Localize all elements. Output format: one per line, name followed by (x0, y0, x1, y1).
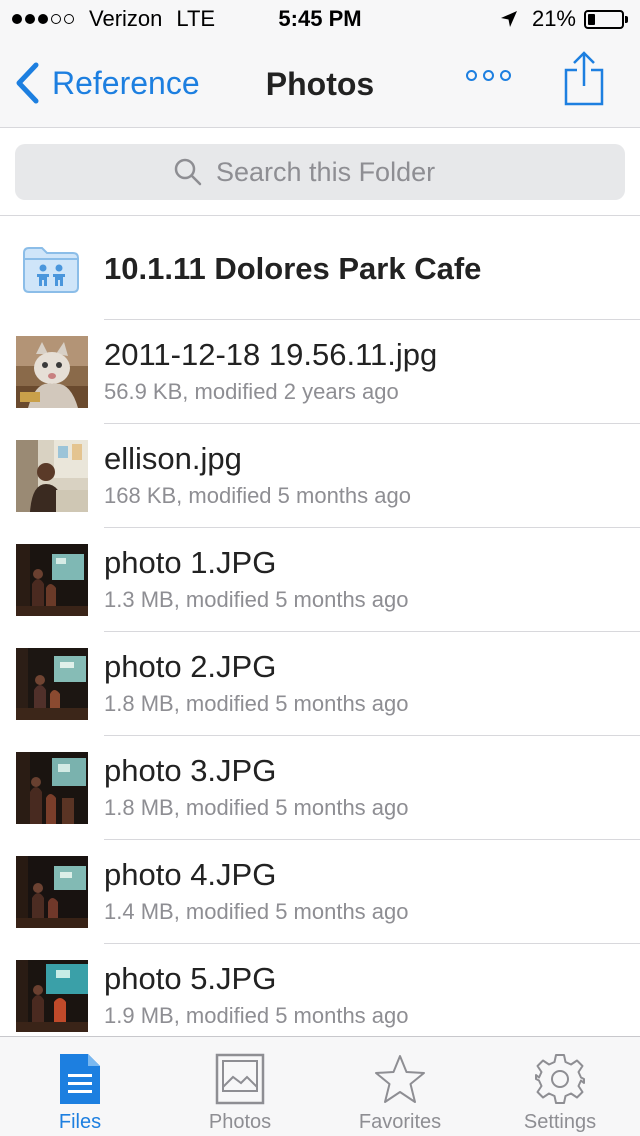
files-icon (58, 1051, 102, 1107)
file-thumbnail (16, 336, 88, 408)
file-meta: 1.4 MB, modified 5 months ago (104, 899, 409, 924)
file-meta: 1.8 MB, modified 5 months ago (104, 691, 409, 716)
more-options-icon (466, 70, 477, 81)
search-bar[interactable] (15, 144, 625, 200)
file-row[interactable]: 2011-12-18 19.56.11.jpg 56.9 KB, modifie… (0, 320, 640, 424)
file-name: photo 5.JPG (104, 961, 277, 996)
star-icon (373, 1051, 427, 1107)
file-thumbnail (16, 856, 88, 928)
file-thumbnail (16, 440, 88, 512)
file-list[interactable]: 10.1.11 Dolores Park Cafe 2011-12-18 19.… (0, 216, 640, 1036)
file-meta: 1.3 MB, modified 5 months ago (104, 587, 409, 612)
folder-name: 10.1.11 Dolores Park Cafe (104, 251, 482, 286)
status-right: 21% (500, 6, 628, 32)
tab-label: Photos (208, 1111, 272, 1133)
battery-icon (584, 9, 628, 29)
tab-bar: Files Photos Favorites Settings (0, 1036, 640, 1136)
search-icon (174, 158, 202, 186)
status-bar: Verizon LTE 5:45 PM 21% (0, 0, 640, 40)
gear-icon (533, 1051, 587, 1107)
search-input[interactable] (216, 156, 466, 188)
tab-label: Settings (523, 1111, 597, 1133)
file-row[interactable]: photo 1.JPG 1.3 MB, modified 5 months ag… (0, 528, 640, 632)
back-button[interactable]: Reference (14, 62, 200, 104)
file-meta: 1.8 MB, modified 5 months ago (104, 795, 409, 820)
file-meta: 56.9 KB, modified 2 years ago (104, 379, 399, 404)
tab-label: Files (58, 1111, 102, 1133)
file-meta: 1.9 MB, modified 5 months ago (104, 1003, 409, 1028)
search-area (0, 128, 640, 216)
file-row[interactable]: photo 4.JPG 1.4 MB, modified 5 months ag… (0, 840, 640, 944)
file-thumbnail (16, 752, 88, 824)
file-name: photo 1.JPG (104, 545, 277, 580)
share-icon (564, 51, 604, 106)
file-name: photo 2.JPG (104, 649, 277, 684)
more-options-button[interactable] (466, 70, 517, 81)
file-row[interactable]: ellison.jpg 168 KB, modified 5 months ag… (0, 424, 640, 528)
file-thumbnail (16, 960, 88, 1032)
share-button[interactable] (562, 50, 606, 113)
file-meta: 168 KB, modified 5 months ago (104, 483, 411, 508)
battery-percent: 21% (531, 6, 576, 31)
tab-favorites[interactable]: Favorites (320, 1037, 480, 1136)
shared-folder-icon (22, 243, 80, 298)
chevron-left-icon (16, 62, 39, 104)
file-name: 2011-12-18 19.56.11.jpg (104, 337, 438, 372)
file-thumbnail (16, 544, 88, 616)
file-name: photo 4.JPG (104, 857, 277, 892)
file-row[interactable]: photo 5.JPG 1.9 MB, modified 5 months ag… (0, 944, 640, 1036)
file-name: ellison.jpg (104, 441, 242, 476)
photos-icon (215, 1051, 265, 1107)
file-name: photo 3.JPG (104, 753, 277, 788)
tab-label: Favorites (358, 1111, 442, 1133)
navigation-bar: Reference Photos (0, 40, 640, 128)
tab-settings[interactable]: Settings (480, 1037, 640, 1136)
tab-photos[interactable]: Photos (160, 1037, 320, 1136)
file-row[interactable]: photo 3.JPG 1.8 MB, modified 5 months ag… (0, 736, 640, 840)
back-button-label: Reference (52, 64, 200, 101)
file-row[interactable]: photo 2.JPG 1.8 MB, modified 5 months ag… (0, 632, 640, 736)
folder-row[interactable]: 10.1.11 Dolores Park Cafe (0, 216, 640, 320)
location-arrow-icon (500, 10, 518, 28)
tab-files[interactable]: Files (0, 1037, 160, 1136)
file-thumbnail (16, 648, 88, 720)
